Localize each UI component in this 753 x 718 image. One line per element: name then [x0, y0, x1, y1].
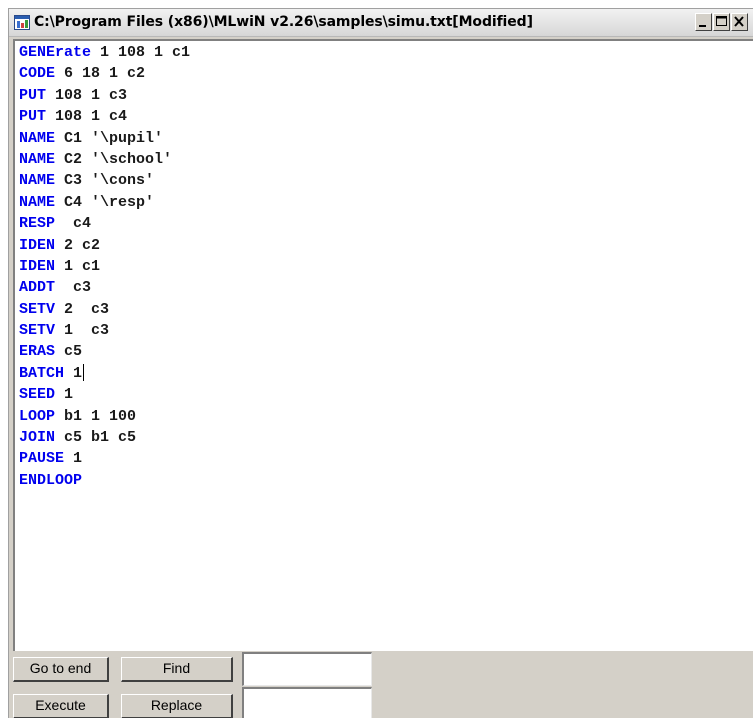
script-line[interactable]: GENErate 1 108 1 c1: [19, 42, 190, 63]
script-arguments: 1: [55, 386, 74, 404]
editor-window: C:\Program Files (x86)\MLwiN v2.26\sampl…: [8, 8, 753, 718]
script-arguments: 108 1 c3: [46, 86, 128, 104]
script-line[interactable]: ADDT c3: [19, 277, 190, 298]
find-button[interactable]: Find: [121, 657, 233, 682]
script-line[interactable]: LOOP b1 1 100: [19, 406, 190, 427]
editor-toolbar: Go to end Find Execute Replace: [9, 651, 753, 718]
title-bar[interactable]: C:\Program Files (x86)\MLwiN v2.26\sampl…: [9, 9, 753, 37]
script-line[interactable]: ENDLOOP: [19, 470, 190, 491]
script-arguments: 1: [64, 450, 83, 468]
script-keyword: NAME: [19, 193, 56, 211]
script-keyword: SETV: [19, 322, 56, 340]
script-line[interactable]: NAME C1 '\pupil': [19, 128, 190, 149]
execute-button[interactable]: Execute: [13, 694, 109, 718]
script-line[interactable]: IDEN 2 c2: [19, 235, 190, 256]
minimize-icon: [699, 25, 706, 27]
script-arguments: c3: [55, 279, 92, 297]
script-arguments: 1: [64, 364, 83, 382]
minimize-button[interactable]: [695, 13, 712, 31]
script-keyword: PAUSE: [19, 450, 65, 468]
script-line[interactable]: SEED 1: [19, 384, 190, 405]
script-keyword: RESP: [19, 215, 56, 233]
window-title: C:\Program Files (x86)\MLwiN v2.26\sampl…: [34, 14, 533, 30]
script-line[interactable]: CODE 6 18 1 c2: [19, 63, 190, 84]
script-line[interactable]: PUT 108 1 c4: [19, 106, 190, 127]
script-keyword: NAME: [19, 129, 56, 147]
script-editor[interactable]: GENErate 1 108 1 c1 CODE 6 18 1 c2 PUT 108…: [13, 39, 753, 651]
script-keyword: PUT: [19, 86, 47, 104]
script-line[interactable]: NAME C4 '\resp': [19, 192, 190, 213]
go-to-end-button[interactable]: Go to end: [13, 657, 109, 682]
script-keyword: NAME: [19, 150, 56, 168]
close-icon: [734, 16, 744, 27]
script-lines: GENErate 1 108 1 c1 CODE 6 18 1 c2 PUT 108…: [19, 42, 190, 491]
script-keyword: SETV: [19, 300, 56, 318]
script-line[interactable]: PAUSE 1: [19, 448, 190, 469]
script-line[interactable]: RESP c4: [19, 213, 190, 234]
script-keyword: CODE: [19, 65, 56, 83]
script-arguments: 1 c1: [55, 257, 101, 275]
text-caret: [83, 364, 85, 382]
script-keyword: PUT: [19, 108, 47, 126]
script-line[interactable]: SETV 2 c3: [19, 299, 190, 320]
script-arguments: 6 18 1 c2: [55, 65, 146, 83]
script-line[interactable]: IDEN 1 c1: [19, 256, 190, 277]
script-keyword: IDEN: [19, 257, 56, 275]
script-keyword: LOOP: [19, 407, 56, 425]
script-line[interactable]: NAME C2 '\school': [19, 149, 190, 170]
script-arguments: 1 c3: [55, 322, 110, 340]
script-arguments: c5: [55, 343, 83, 361]
script-arguments: 2 c3: [55, 300, 110, 318]
close-button[interactable]: [731, 13, 748, 31]
script-arguments: c4: [55, 215, 92, 233]
script-keyword: BATCH: [19, 364, 65, 382]
script-arguments: C1 '\pupil': [55, 129, 164, 147]
mlwin-doc-icon[interactable]: [14, 15, 30, 30]
script-arguments: 1 108 1 c1: [91, 44, 191, 61]
script-keyword: SEED: [19, 386, 56, 404]
script-keyword: IDEN: [19, 236, 56, 254]
script-arguments: C2 '\school': [55, 150, 173, 168]
script-line[interactable]: ERAS c5: [19, 341, 190, 362]
script-line[interactable]: PUT 108 1 c3: [19, 85, 190, 106]
script-line[interactable]: BATCH 1: [19, 363, 190, 384]
maximize-button[interactable]: [713, 13, 730, 31]
script-arguments: 2 c2: [55, 236, 101, 254]
script-arguments: c5 b1 c5: [55, 429, 137, 447]
script-keyword: ENDLOOP: [19, 471, 83, 489]
replace-button[interactable]: Replace: [121, 694, 233, 718]
maximize-icon: [716, 16, 727, 26]
script-keyword: ADDT: [19, 279, 56, 297]
script-keyword: ERAS: [19, 343, 56, 361]
script-arguments: 108 1 c4: [46, 108, 128, 126]
script-line[interactable]: JOIN c5 b1 c5: [19, 427, 190, 448]
script-keyword: GENErate: [19, 44, 92, 61]
script-keyword: JOIN: [19, 429, 56, 447]
script-line[interactable]: NAME C3 '\cons': [19, 170, 190, 191]
script-line[interactable]: SETV 1 c3: [19, 320, 190, 341]
script-arguments: C4 '\resp': [55, 193, 155, 211]
replace-input[interactable]: [242, 687, 372, 718]
find-input[interactable]: [242, 652, 372, 686]
script-arguments: b1 1 100: [55, 407, 137, 425]
script-arguments: C3 '\cons': [55, 172, 155, 190]
script-keyword: NAME: [19, 172, 56, 190]
